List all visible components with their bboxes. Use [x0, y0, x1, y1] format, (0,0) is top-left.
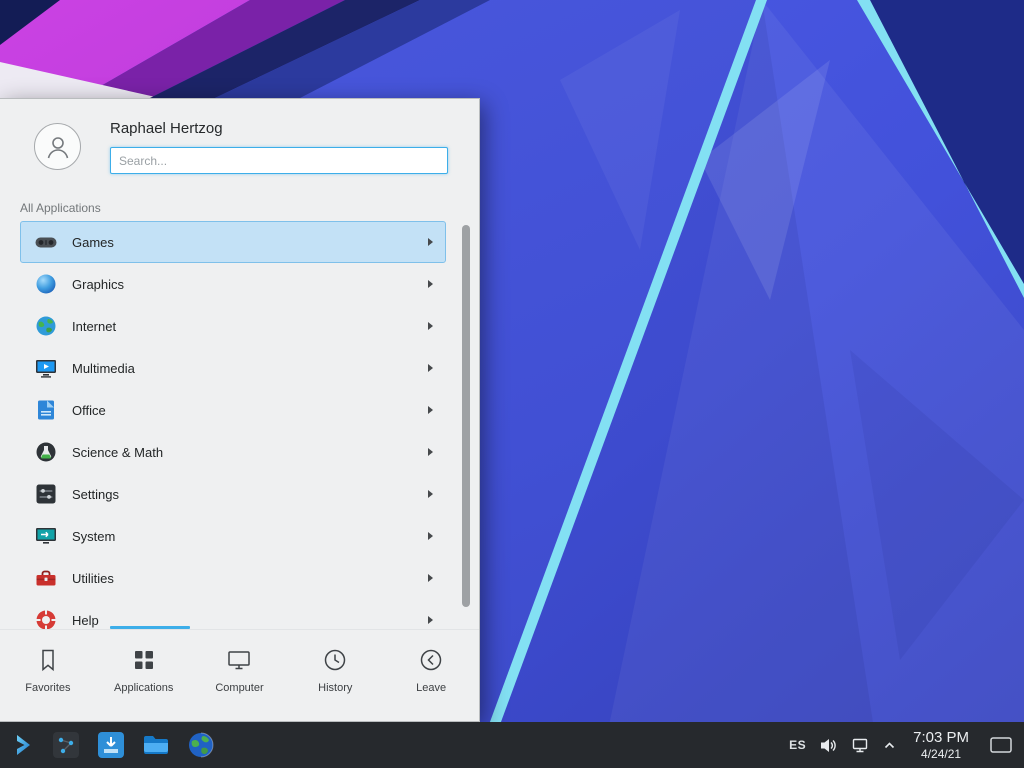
- clock-icon: [322, 647, 348, 673]
- category-games[interactable]: Games: [20, 221, 446, 263]
- tab-label: Computer: [215, 682, 263, 694]
- tab-label: Favorites: [25, 682, 70, 694]
- system-tool-button[interactable]: [51, 730, 81, 760]
- user-name: Raphael Hertzog: [110, 120, 223, 137]
- document-icon: [34, 398, 58, 422]
- system-monitor-icon: [34, 524, 58, 548]
- tab-favorites[interactable]: Favorites: [0, 630, 96, 721]
- category-label: Internet: [72, 319, 428, 334]
- show-desktop-icon: [990, 737, 1012, 753]
- tab-applications[interactable]: Applications: [96, 630, 192, 721]
- submenu-arrow-icon: [428, 532, 433, 540]
- clock-time: 7:03 PM: [913, 729, 969, 747]
- category-system[interactable]: System: [20, 515, 446, 557]
- kickoff-launcher-icon: [10, 732, 36, 758]
- network-icon: [851, 736, 870, 755]
- folder-icon: [141, 730, 171, 760]
- user-icon: [44, 133, 72, 161]
- category-label: Office: [72, 403, 428, 418]
- section-label: All Applications: [20, 201, 101, 215]
- submenu-arrow-icon: [428, 574, 433, 582]
- category-list: Games Graphics: [20, 221, 446, 631]
- taskbar: ES 7:03 PM 4/24/21: [0, 722, 1024, 768]
- tray-expander-button[interactable]: [883, 739, 896, 752]
- submenu-arrow-icon: [428, 490, 433, 498]
- network-tray-button[interactable]: [851, 736, 870, 755]
- system-tool-icon: [51, 730, 81, 760]
- category-settings[interactable]: Settings: [20, 473, 446, 515]
- clock-date: 4/24/21: [913, 747, 969, 761]
- category-help[interactable]: Help: [20, 599, 446, 631]
- category-label: Graphics: [72, 277, 428, 292]
- category-label: Science & Math: [72, 445, 428, 460]
- volume-icon: [819, 736, 838, 755]
- digital-clock[interactable]: 7:03 PM 4/24/21: [909, 729, 973, 761]
- tab-label: Applications: [114, 682, 173, 694]
- avatar[interactable]: [34, 123, 81, 170]
- tab-history[interactable]: History: [287, 630, 383, 721]
- volume-tray-button[interactable]: [819, 736, 838, 755]
- lifebuoy-icon: [34, 608, 58, 631]
- tab-label: History: [318, 682, 352, 694]
- web-browser-button[interactable]: [186, 730, 216, 760]
- gamepad-icon: [34, 230, 58, 254]
- desktop: Raphael Hertzog All Applications Games: [0, 0, 1024, 768]
- submenu-arrow-icon: [428, 448, 433, 456]
- show-desktop-button[interactable]: [986, 722, 1016, 768]
- category-label: Settings: [72, 487, 428, 502]
- chevron-up-icon: [883, 739, 896, 752]
- category-label: Multimedia: [72, 361, 428, 376]
- category-label: Games: [72, 235, 428, 250]
- application-launcher: Raphael Hertzog All Applications Games: [0, 98, 480, 722]
- computer-icon: [226, 647, 252, 673]
- sliders-icon: [34, 482, 58, 506]
- leave-icon: [418, 647, 444, 673]
- software-center-button[interactable]: [96, 730, 126, 760]
- scrollbar-thumb[interactable]: [462, 225, 470, 607]
- tab-label: Leave: [416, 682, 446, 694]
- web-browser-icon: [186, 730, 216, 760]
- category-multimedia[interactable]: Multimedia: [20, 347, 446, 389]
- system-tray: ES 7:03 PM 4/24/21: [789, 722, 1024, 768]
- category-label: Utilities: [72, 571, 428, 586]
- submenu-arrow-icon: [428, 364, 433, 372]
- flask-icon: [34, 440, 58, 464]
- software-center-icon: [96, 730, 126, 760]
- media-screen-icon: [34, 356, 58, 380]
- category-label: System: [72, 529, 428, 544]
- category-science-math[interactable]: Science & Math: [20, 431, 446, 473]
- file-manager-button[interactable]: [141, 730, 171, 760]
- category-utilities[interactable]: Utilities: [20, 557, 446, 599]
- category-office[interactable]: Office: [20, 389, 446, 431]
- tab-computer[interactable]: Computer: [192, 630, 288, 721]
- tab-leave[interactable]: Leave: [383, 630, 479, 721]
- scrollbar[interactable]: [462, 223, 470, 629]
- grid-icon: [131, 647, 157, 673]
- taskbar-left: [0, 730, 216, 760]
- keyboard-layout-indicator[interactable]: ES: [789, 738, 806, 752]
- category-graphics[interactable]: Graphics: [20, 263, 446, 305]
- submenu-arrow-icon: [428, 616, 433, 624]
- submenu-arrow-icon: [428, 406, 433, 414]
- submenu-arrow-icon: [428, 322, 433, 330]
- bookmark-icon: [35, 647, 61, 673]
- toolbox-icon: [34, 566, 58, 590]
- search-input[interactable]: [110, 147, 448, 174]
- launcher-tabbar: Favorites Applications Computer: [0, 629, 479, 721]
- submenu-arrow-icon: [428, 238, 433, 246]
- category-internet[interactable]: Internet: [20, 305, 446, 347]
- sphere-icon: [34, 272, 58, 296]
- globe-icon: [34, 314, 58, 338]
- submenu-arrow-icon: [428, 280, 433, 288]
- kickoff-launcher-button[interactable]: [10, 732, 36, 758]
